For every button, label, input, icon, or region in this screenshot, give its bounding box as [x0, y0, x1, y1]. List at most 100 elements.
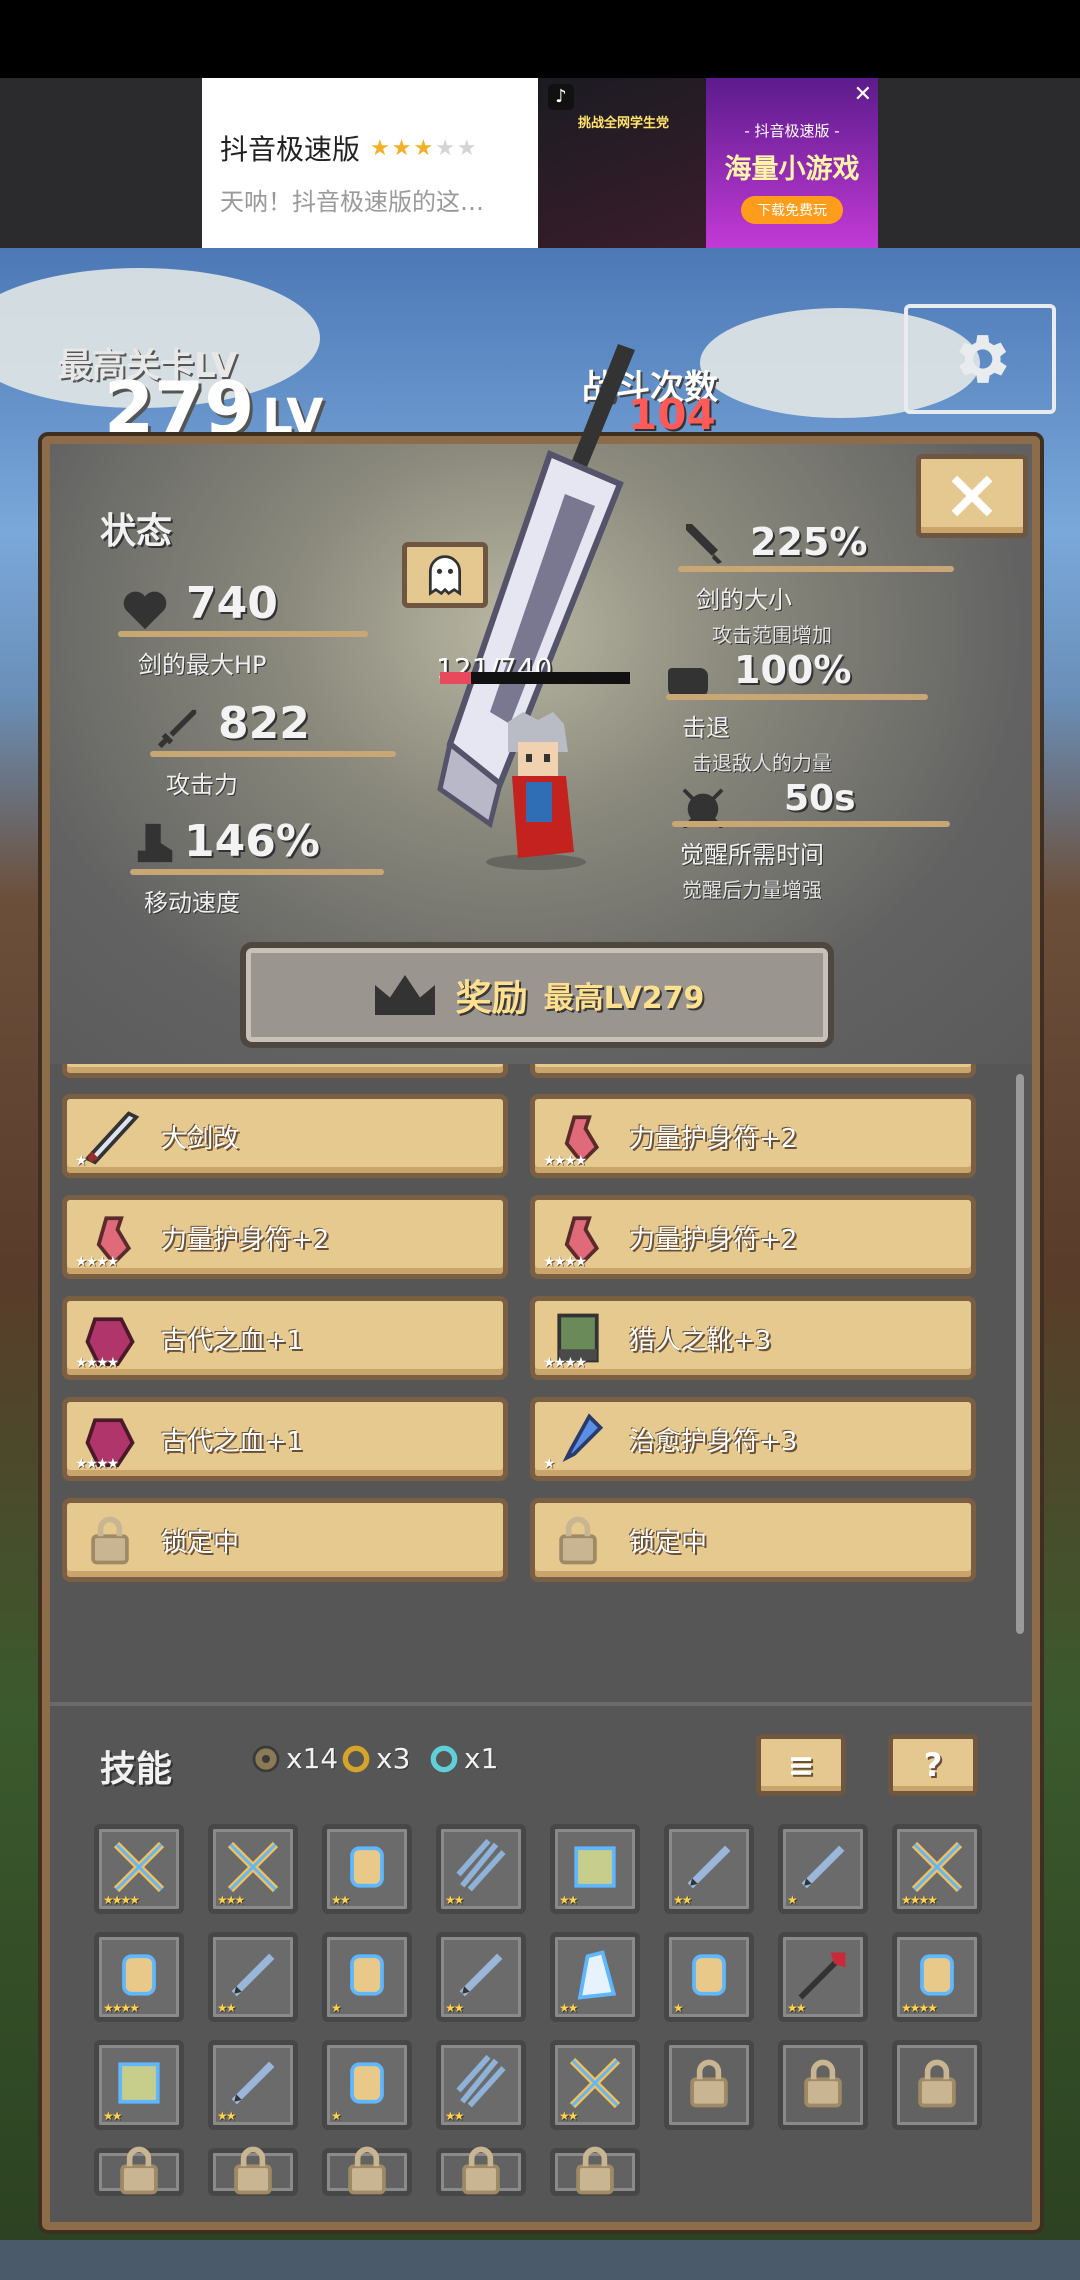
item-stars: ★★★★ — [75, 1355, 119, 1371]
skill-slot[interactable]: ★ — [322, 2040, 412, 2130]
hero-character — [486, 712, 586, 870]
equipment-item-label: 锁定中 — [161, 1527, 240, 1558]
lock-icon — [793, 2053, 853, 2117]
scroll-icon — [907, 1945, 967, 2009]
stat-sword-size-label: 剑的大小 — [696, 586, 792, 614]
skills-menu-button[interactable]: ≡ — [756, 1734, 846, 1796]
skill-slot[interactable]: ★★★★ — [94, 1932, 184, 2022]
equipment-item[interactable]: ★ 大剑改 — [62, 1094, 508, 1178]
skill-slot[interactable]: ★★ — [778, 1932, 868, 2022]
item-stars: ★★★★ — [75, 1254, 119, 1270]
gold-ring-icon — [342, 1745, 370, 1772]
item-stars: ★★★★ — [75, 1456, 119, 1472]
skill-stars: ★★ — [787, 2001, 806, 2015]
skill-slot[interactable]: ★★★ — [208, 1824, 298, 1914]
skill-slot[interactable]: ★★★★ — [892, 1932, 982, 2022]
equipment-item-label: 力量护身符+2 — [629, 1123, 798, 1154]
skill-slot[interactable]: ★★ — [208, 1932, 298, 2022]
skill-slot-locked[interactable] — [94, 2146, 184, 2196]
ad-promo-panel[interactable]: - 抖音极速版 - 海量小游戏 下载免费玩 ✕ — [706, 78, 878, 248]
equipment-slot-locked[interactable]: 锁定中 — [530, 1498, 976, 1582]
skill-slot[interactable]: ★ — [664, 1932, 754, 2022]
lock-icon — [565, 2140, 625, 2204]
skills-help-button[interactable]: ? — [888, 1734, 978, 1796]
skill-slot[interactable]: ★★ — [322, 1824, 412, 1914]
settings-button[interactable] — [904, 304, 1056, 414]
bottom-strip — [0, 2240, 1080, 2280]
reward-button[interactable]: 奖励 最高LV279 — [240, 942, 834, 1048]
skill-slot[interactable]: ★★ — [436, 1932, 526, 2022]
equipment-item-partial[interactable] — [530, 1064, 976, 1078]
skill-slot-locked[interactable] — [550, 2146, 640, 2196]
skill-slot[interactable]: ★★ — [436, 2040, 526, 2130]
strength-charm-icon: ★★★★ — [75, 1202, 145, 1272]
equipment-scrollbar[interactable] — [1016, 1074, 1024, 1634]
stat-move-speed-value: 146% — [184, 816, 320, 867]
stat-knockback-value: 100% — [734, 648, 852, 692]
skill-slot[interactable]: ★★ — [550, 2040, 640, 2130]
lock-icon — [223, 2140, 283, 2204]
skill-slot[interactable]: ★★ — [664, 1824, 754, 1914]
currency-gear-amount: x14 — [286, 1742, 339, 1775]
scroll-icon — [337, 1945, 397, 2009]
equipment-item-partial[interactable] — [62, 1064, 508, 1078]
skill-slot[interactable]: ★★ — [550, 1824, 640, 1914]
lock-icon — [679, 2053, 739, 2117]
ad-download-button[interactable]: 下载免费玩 — [741, 196, 843, 224]
skill-slot-locked[interactable] — [322, 2146, 412, 2196]
skill-slot-locked[interactable] — [664, 2040, 754, 2130]
stat-sword-hp: 740 剑的最大HP — [118, 578, 368, 680]
equipment-item-label: 力量护身符+2 — [629, 1224, 798, 1255]
equipment-item[interactable]: ★★★★ 力量护身符+2 — [62, 1195, 508, 1279]
skill-stars: ★ — [331, 2001, 342, 2015]
ancient-blood-icon: ★★★★ — [75, 1404, 145, 1474]
lock-icon — [109, 2140, 169, 2204]
stat-bar — [118, 631, 368, 637]
red-spear-icon — [793, 1945, 853, 2009]
skill-stars: ★★ — [559, 2001, 578, 2015]
equipment-slot-locked[interactable]: 锁定中 — [62, 1498, 508, 1582]
ad-close-icon[interactable]: ✕ — [854, 82, 872, 107]
reward-level: 最高LV279 — [543, 981, 705, 1016]
strength-charm-icon: ★★★★ — [543, 1202, 613, 1272]
scroll-icon — [337, 1837, 397, 1901]
tiktok-icon: ♪ — [548, 84, 574, 110]
equipment-item[interactable]: ★★★★ 古代之血+1 — [62, 1296, 508, 1380]
equipment-item-label: 古代之血+1 — [161, 1426, 304, 1457]
skill-slot[interactable]: ★ — [322, 1932, 412, 2022]
skill-slot-locked[interactable] — [436, 2146, 526, 2196]
ad-banner[interactable]: 抖音极速版 ★★★★★ 天呐！抖音极速版的这… ♪ 挑战全网学生党 - 抖音极速… — [202, 78, 878, 248]
skill-slot[interactable]: ★★★★ — [892, 1824, 982, 1914]
skill-slot[interactable]: ★★ — [436, 1824, 526, 1914]
section-divider — [50, 1702, 1032, 1706]
tome-icon — [109, 2053, 169, 2117]
stat-move-speed: 146% 移动速度 — [130, 816, 384, 918]
close-icon — [951, 475, 993, 517]
skill-slot-locked[interactable] — [892, 2040, 982, 2130]
skill-stars: ★★ — [331, 1893, 350, 1907]
equipment-item[interactable]: ★★★★ 力量护身符+2 — [530, 1094, 976, 1178]
equipment-item[interactable]: ★★★★ 力量护身符+2 — [530, 1195, 976, 1279]
skill-slot[interactable]: ★ — [778, 1824, 868, 1914]
tome-icon — [565, 1837, 625, 1901]
strength-charm-icon: ★★★★ — [543, 1101, 613, 1171]
skill-slot[interactable]: ★★ — [94, 2040, 184, 2130]
stat-sword-hp-value: 740 — [186, 578, 278, 629]
skill-slot-locked[interactable] — [208, 2146, 298, 2196]
gear-icon — [959, 335, 1007, 383]
equipment-list[interactable]: ★ 大剑改 ★★★★ 力量护身符+2 ★★★★ 力量护身符+2 ★★★★ 力量护身符+2 ★★★… — [50, 1064, 1032, 1704]
skill-stars: ★★ — [217, 2109, 236, 2123]
skill-slot[interactable]: ★★★★ — [94, 1824, 184, 1914]
dagger-icon — [223, 2053, 283, 2117]
triple-daggers-icon — [451, 2053, 511, 2117]
skill-stars: ★★ — [445, 2001, 464, 2015]
equipment-item[interactable]: ★★★★ 古代之血+1 — [62, 1397, 508, 1481]
ad-promo-caption: 挑战全网学生党 — [578, 116, 670, 131]
equipment-item[interactable]: ★★★★ 猎人之靴+3 — [530, 1296, 976, 1380]
dagger-icon — [451, 1945, 511, 2009]
skill-slot-locked[interactable] — [778, 2040, 868, 2130]
skill-slot[interactable]: ★★ — [550, 1932, 640, 2022]
equipment-item[interactable]: ★ 治愈护身符+3 — [530, 1397, 976, 1481]
skill-stars: ★★★ — [217, 1893, 245, 1907]
skill-slot[interactable]: ★★ — [208, 2040, 298, 2130]
